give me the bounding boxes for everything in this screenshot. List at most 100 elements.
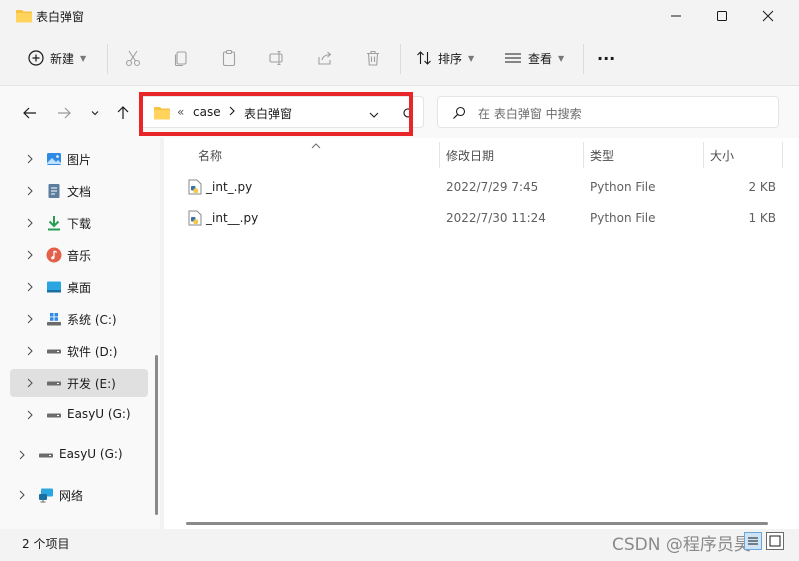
sidebar-item-pictures[interactable]: 图片	[10, 145, 148, 173]
desktop-icon	[47, 281, 61, 293]
sidebar-item-network[interactable]: 网络	[2, 481, 140, 509]
view-button[interactable]: 查看 ▼	[504, 44, 564, 72]
title-bar: 表白弹窗	[0, 0, 799, 32]
chevron-right-icon[interactable]	[24, 248, 36, 262]
column-divider[interactable]	[439, 142, 440, 168]
file-list: 名称 修改日期 类型 大小 _int_.py 2022/7/29 7:45 Py…	[164, 138, 799, 529]
sidebar-item-drive-g-root[interactable]: EasyU (G:)	[2, 441, 140, 469]
divider	[400, 44, 401, 74]
tiles-view-icon	[769, 535, 781, 547]
tiles-view-button[interactable]	[766, 532, 784, 550]
column-divider[interactable]	[782, 142, 783, 168]
sidebar-item-drive-d[interactable]: 软件 (D:)	[10, 337, 148, 365]
delete-button[interactable]	[361, 46, 385, 70]
divider	[583, 44, 584, 74]
maximize-button[interactable]	[699, 0, 745, 32]
more-button[interactable]: ···	[597, 44, 615, 72]
table-row[interactable]: _int__.py 2022/7/30 11:24 Python File 1 …	[164, 203, 799, 233]
column-header-size[interactable]: 大小	[710, 147, 734, 164]
close-icon	[762, 10, 774, 22]
sidebar-item-drive-g[interactable]: EasyU (G:)	[10, 401, 148, 429]
chevron-right-icon[interactable]	[24, 184, 36, 198]
minimize-button[interactable]	[653, 0, 699, 32]
command-bar: 新建 ▼ 排序 ▼ 查看 ▼ ···	[0, 32, 799, 86]
file-size: 2 KB	[748, 180, 776, 194]
watermark: CSDN @程序员昊	[612, 535, 751, 555]
sort-label: 排序	[438, 51, 463, 66]
downloads-icon	[48, 216, 60, 231]
chevron-right-icon[interactable]	[24, 312, 36, 326]
share-button[interactable]	[313, 46, 337, 70]
details-view-button[interactable]	[744, 532, 762, 550]
item-count: 2 个项目	[22, 537, 70, 551]
rename-button[interactable]	[265, 46, 289, 70]
chevron-right-icon[interactable]	[24, 280, 36, 294]
python-file-icon	[188, 210, 202, 229]
sidebar-item-label: EasyU (G:)	[59, 447, 123, 461]
new-button[interactable]: 新建 ▼	[28, 44, 86, 72]
file-name: _int_.py	[206, 180, 253, 194]
sidebar-item-label: 系统 (C:)	[67, 313, 117, 327]
arrow-right-icon	[58, 107, 71, 119]
sidebar-item-drive-e[interactable]: 开发 (E:)	[10, 369, 148, 397]
column-header-type[interactable]: 类型	[590, 147, 614, 164]
sidebar-item-desktop[interactable]: 桌面	[10, 273, 148, 301]
window-title: 表白弹窗	[36, 10, 85, 24]
search-box[interactable]: 在 表白弹窗 中搜索	[437, 96, 779, 128]
rename-icon	[269, 50, 283, 66]
chevron-down-icon: ▼	[558, 53, 565, 63]
horizontal-scrollbar[interactable]	[186, 522, 768, 525]
sidebar-item-label: 下载	[67, 217, 92, 231]
network-icon	[39, 488, 53, 503]
back-button[interactable]	[19, 102, 41, 124]
sidebar-item-drive-c[interactable]: 系统 (C:)	[10, 305, 148, 333]
chevron-right-icon[interactable]	[16, 448, 28, 462]
sort-ascending-icon	[310, 139, 322, 153]
chevron-right-icon[interactable]	[24, 408, 36, 422]
column-header-name[interactable]: 名称	[198, 147, 222, 164]
python-file-icon	[188, 179, 202, 198]
close-button[interactable]	[745, 0, 791, 32]
chevron-down-icon	[91, 111, 99, 116]
table-row[interactable]: _int_.py 2022/7/29 7:45 Python File 2 KB	[164, 172, 799, 202]
cut-button[interactable]	[121, 46, 145, 70]
column-header-date[interactable]: 修改日期	[446, 147, 494, 164]
chevron-right-icon[interactable]	[24, 344, 36, 358]
more-icon: ···	[597, 48, 616, 68]
chevron-down-icon: ▼	[80, 53, 87, 63]
column-divider[interactable]	[703, 142, 704, 168]
sidebar-item-music[interactable]: 音乐	[10, 241, 148, 269]
up-button[interactable]	[112, 102, 134, 124]
copy-icon	[174, 51, 187, 67]
view-lines-icon	[505, 53, 521, 63]
chevron-right-icon[interactable]	[24, 152, 36, 166]
minimize-icon	[671, 15, 681, 17]
file-name: _int__.py	[206, 211, 259, 225]
drive-icon	[39, 453, 53, 458]
sort-button[interactable]: 排序 ▼	[416, 44, 474, 72]
drive-icon	[47, 413, 61, 418]
chevron-right-icon[interactable]	[24, 376, 36, 390]
scissors-icon	[125, 50, 141, 67]
view-label: 查看	[528, 51, 553, 66]
chevron-right-icon[interactable]	[16, 488, 28, 502]
copy-button[interactable]	[169, 46, 193, 70]
sidebar-scrollbar[interactable]	[155, 355, 158, 515]
recent-locations-button[interactable]	[84, 102, 106, 124]
file-type: Python File	[590, 180, 656, 194]
file-modified: 2022/7/30 11:24	[446, 211, 546, 225]
column-divider[interactable]	[583, 142, 584, 168]
paste-button[interactable]	[217, 46, 241, 70]
sidebar-item-downloads[interactable]: 下载	[10, 209, 148, 237]
forward-button[interactable]	[53, 102, 75, 124]
sidebar-item-label: 文档	[67, 185, 92, 199]
sidebar-item-label: 桌面	[67, 281, 92, 295]
chevron-right-icon[interactable]	[24, 216, 36, 230]
sidebar-item-documents[interactable]: 文档	[10, 177, 148, 205]
maximize-icon	[717, 11, 727, 21]
file-size: 1 KB	[748, 211, 776, 225]
sidebar-item-label: 软件 (D:)	[67, 345, 118, 359]
drive-icon	[47, 349, 61, 354]
sort-icon	[417, 51, 431, 65]
arrow-left-icon	[23, 107, 36, 119]
